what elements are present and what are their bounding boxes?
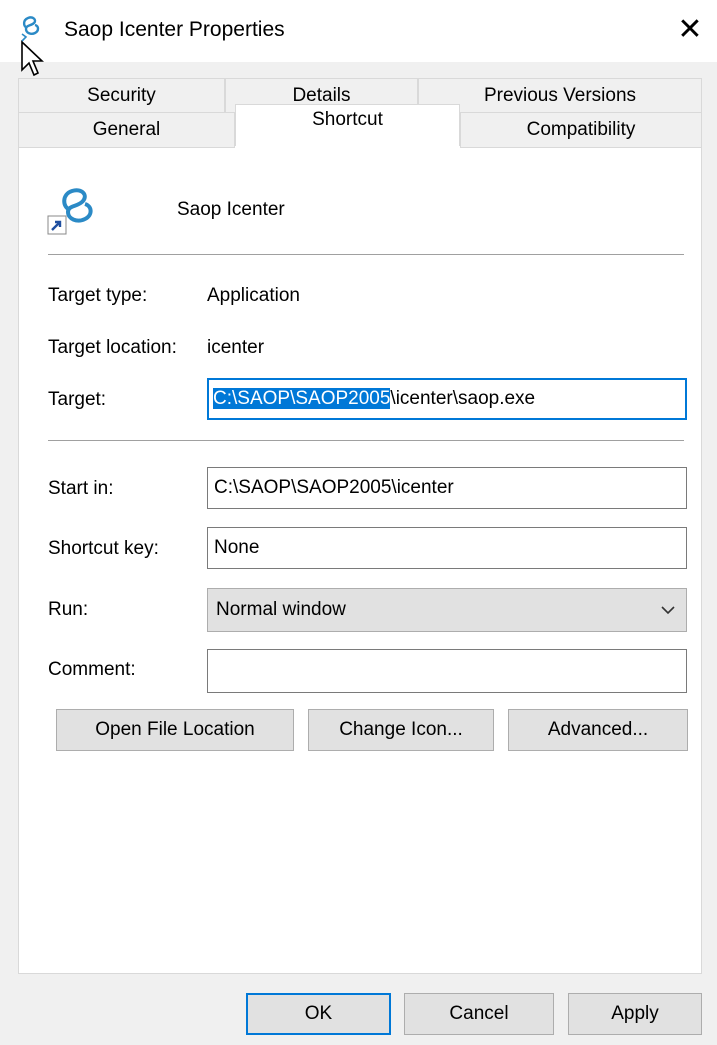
tab-security[interactable]: Security bbox=[18, 78, 225, 114]
target-location-label: Target location: bbox=[48, 337, 177, 358]
shortcut-name: Saop Icenter bbox=[177, 199, 285, 220]
run-select[interactable]: Normal window bbox=[207, 588, 687, 632]
tab-shortcut[interactable]: Shortcut bbox=[235, 104, 460, 146]
tab-general[interactable]: General bbox=[18, 112, 235, 148]
tab-compatibility[interactable]: Compatibility bbox=[460, 112, 702, 148]
target-rest-text: \icenter\saop.exe bbox=[390, 388, 536, 409]
target-type-label: Target type: bbox=[48, 285, 148, 306]
separator bbox=[48, 440, 684, 441]
cancel-button[interactable]: Cancel bbox=[404, 993, 554, 1035]
apply-button[interactable]: Apply bbox=[568, 993, 702, 1035]
close-button[interactable]: ✕ bbox=[670, 10, 710, 50]
comment-field[interactable] bbox=[207, 649, 687, 693]
mouse-cursor-icon bbox=[21, 40, 44, 77]
saop-app-icon bbox=[47, 188, 93, 235]
target-selected-text: C:\SAOP\SAOP2005 bbox=[213, 388, 391, 409]
shortcut-key-field[interactable]: None bbox=[207, 527, 687, 569]
run-select-value: Normal window bbox=[216, 599, 346, 620]
ok-button[interactable]: OK bbox=[246, 993, 391, 1035]
target-type-value: Application bbox=[207, 285, 300, 306]
target-field[interactable]: C:\SAOP\SAOP2005\icenter\saop.exe bbox=[207, 378, 687, 420]
shortcut-arrow-icon bbox=[47, 215, 67, 235]
target-label: Target: bbox=[48, 389, 107, 410]
tab-previous-versions[interactable]: Previous Versions bbox=[418, 78, 702, 114]
window-title: Saop Icenter Properties bbox=[64, 18, 285, 41]
open-file-location-button[interactable]: Open File Location bbox=[56, 709, 294, 751]
start-in-field[interactable]: C:\SAOP\SAOP2005\icenter bbox=[207, 467, 687, 509]
chevron-down-icon bbox=[661, 606, 675, 615]
title-bar: Saop Icenter Properties ✕ bbox=[0, 0, 717, 62]
comment-label: Comment: bbox=[48, 659, 136, 680]
start-in-label: Start in: bbox=[48, 478, 114, 499]
run-label: Run: bbox=[48, 599, 89, 620]
target-location-value: icenter bbox=[207, 337, 265, 358]
change-icon-button[interactable]: Change Icon... bbox=[308, 709, 494, 751]
separator bbox=[48, 254, 684, 255]
shortcut-key-label: Shortcut key: bbox=[48, 538, 159, 559]
advanced-button[interactable]: Advanced... bbox=[508, 709, 688, 751]
